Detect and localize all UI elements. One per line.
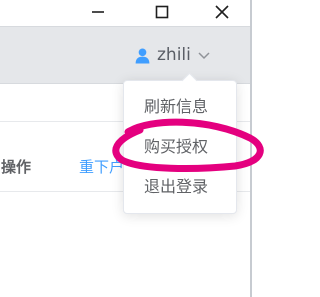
- maximize-button[interactable]: [142, 0, 182, 24]
- menu-item-buy-license[interactable]: 购买授权: [124, 127, 236, 167]
- app-header: zhili: [0, 26, 250, 84]
- menu-item-logout[interactable]: 退出登录: [124, 167, 236, 207]
- maximize-icon: [155, 5, 169, 19]
- chevron-down-icon: [198, 52, 210, 60]
- window-titlebar: [0, 0, 270, 26]
- minimize-button[interactable]: [78, 0, 118, 24]
- user-dropdown-menu: 刷新信息 购买授权 退出登录: [123, 72, 237, 214]
- user-icon: [135, 47, 150, 63]
- username: zhili: [157, 45, 191, 65]
- close-icon: [215, 5, 229, 19]
- menu-item-refresh-info[interactable]: 刷新信息: [124, 87, 236, 127]
- minimize-icon: [92, 11, 104, 13]
- redownload-link[interactable]: 重下户: [79, 156, 124, 177]
- window-right-edge: [250, 0, 270, 297]
- operation-column-header: 操作: [1, 158, 32, 176]
- user-menu-trigger[interactable]: zhili: [134, 41, 211, 69]
- close-button[interactable]: [202, 0, 242, 24]
- window-border-line: [250, 0, 252, 297]
